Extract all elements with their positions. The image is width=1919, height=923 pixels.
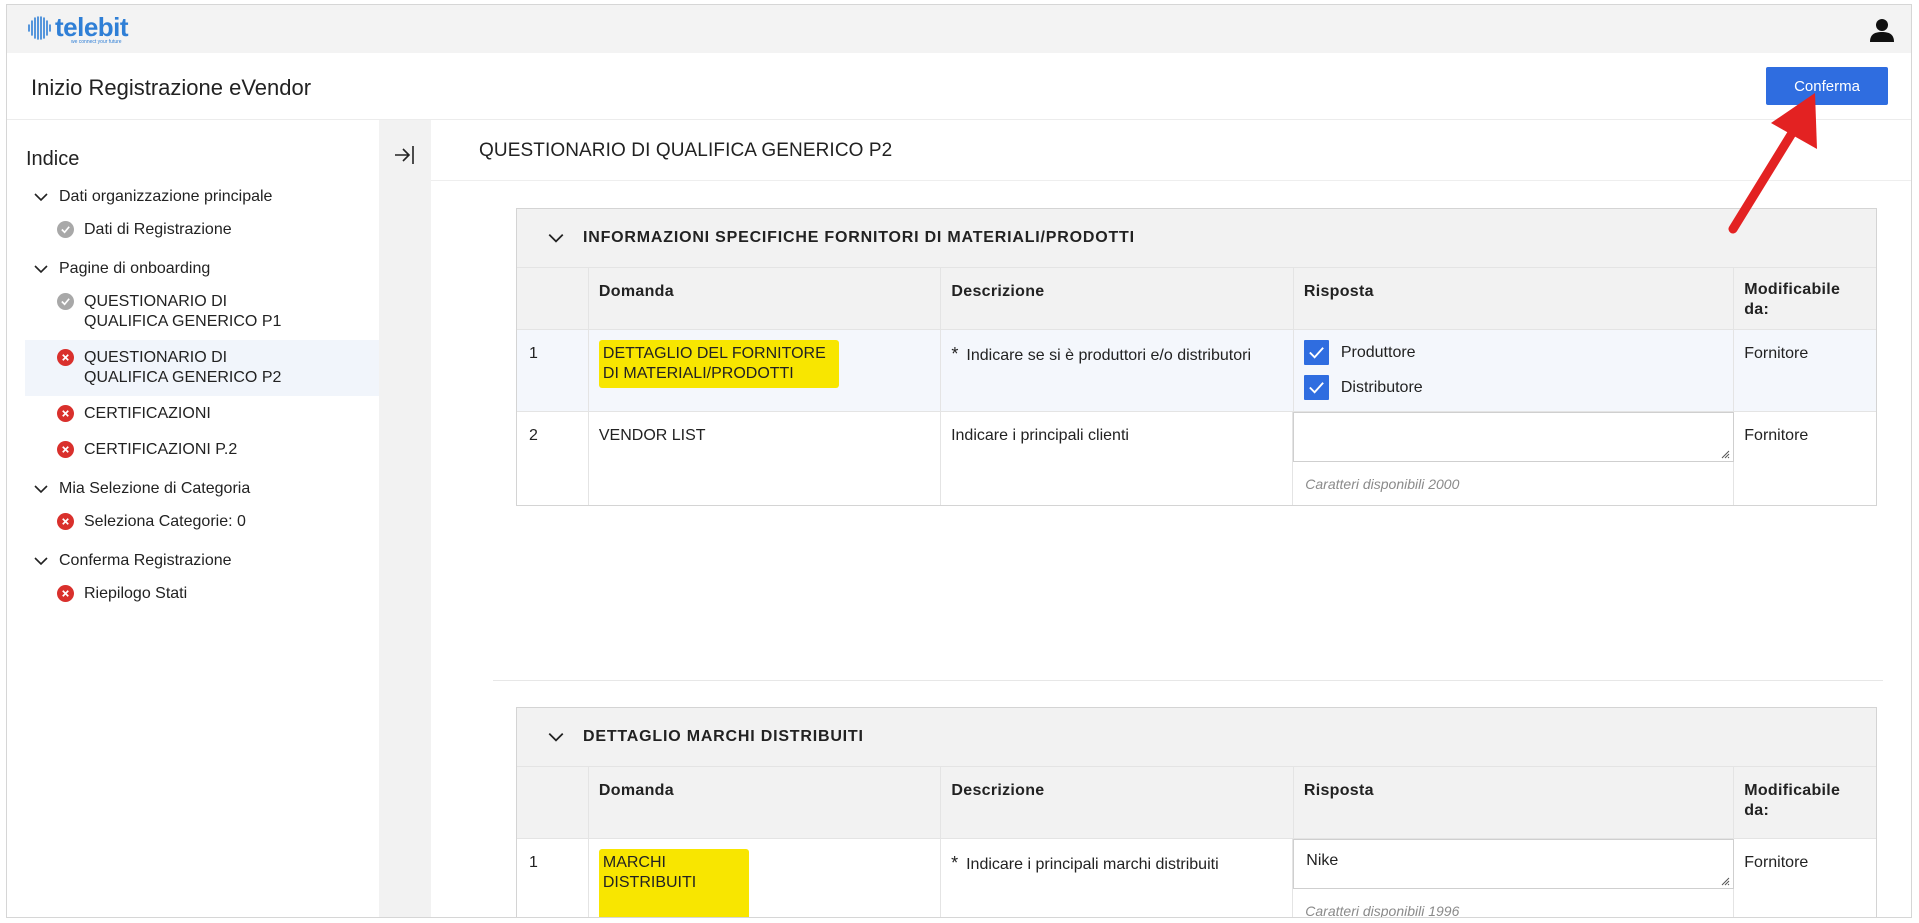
sidebar-item-questionario-p1[interactable]: QUESTIONARIO DI QUALIFICA GENERICO P1 [25, 284, 379, 340]
col-domanda: Domanda [589, 767, 942, 838]
sidebar-item-certificazioni-p2[interactable]: CERTIFICAZIONI P.2 [25, 432, 379, 468]
group-pagine-onboarding[interactable]: Pagine di onboarding [25, 254, 379, 284]
chevron-down-icon [34, 557, 48, 566]
user-icon[interactable] [1869, 17, 1895, 43]
sidebar-item-seleziona-categorie[interactable]: Seleziona Categorie: 0 [25, 504, 379, 540]
card-header-marchi[interactable]: DETTAGLIO MARCHI DISTRIBUITI [517, 708, 1876, 766]
resize-grip-icon[interactable] [1720, 876, 1730, 886]
col-risposta: Risposta [1294, 268, 1735, 329]
sidebar-item-dati-registrazione[interactable]: Dati di Registrazione [25, 212, 379, 248]
chevron-down-icon [548, 233, 564, 243]
error-status-icon [57, 441, 74, 458]
group-selezione-categoria[interactable]: Mia Selezione di Categoria [25, 474, 379, 504]
group-dati-organizzazione[interactable]: Dati organizzazione principale [25, 182, 379, 212]
card-header-informazioni[interactable]: INFORMAZIONI SPECIFICHE FORNITORI DI MAT… [517, 209, 1876, 267]
table-row: 2 VENDOR LIST Indicare i principali clie… [517, 411, 1876, 505]
index-title: Indice [26, 148, 80, 170]
col-modificabile: Modificabile da: [1744, 782, 1841, 819]
col-risposta: Risposta [1294, 767, 1735, 838]
sidebar-item-riepilogo-stati[interactable]: Riepilogo Stati [25, 576, 379, 612]
vendor-list-textarea[interactable] [1293, 412, 1735, 462]
sidebar-item-questionario-p2[interactable]: QUESTIONARIO DI QUALIFICA GENERICO P2 [25, 340, 379, 396]
sidebar-gutter [379, 120, 431, 917]
col-modificabile: Modificabile da: [1744, 281, 1841, 318]
col-descrizione: Descrizione [941, 268, 1294, 329]
page-title: Inizio Registrazione eVendor [31, 75, 312, 100]
divider [493, 680, 1883, 681]
checkbox-checked-icon [1303, 375, 1329, 400]
error-status-icon [57, 513, 74, 530]
confirm-button[interactable]: Conferma [1766, 67, 1888, 105]
section-title: QUESTIONARIO DI QUALIFICA GENERICO P2 [479, 140, 893, 161]
card-dettaglio-marchi: DETTAGLIO MARCHI DISTRIBUITI Domanda Des… [516, 707, 1877, 918]
app-window: telebit we connect your future Inizio Re… [6, 4, 1912, 918]
resize-grip-icon[interactable] [1720, 449, 1730, 459]
top-bar: telebit we connect your future [7, 5, 1911, 53]
checkbox-checked-icon [1303, 340, 1329, 365]
chevron-down-icon [34, 265, 48, 274]
error-status-icon [57, 349, 74, 366]
logo-tagline: we connect your future [71, 39, 122, 45]
table-header-row: Domanda Descrizione Risposta Modificabil… [517, 766, 1876, 838]
page-header: Inizio Registrazione eVendor Conferma [7, 53, 1911, 120]
error-status-icon [57, 585, 74, 602]
table-row: 1 DETTAGLIO DEL FORNITORE DI MATERIALI/P… [517, 329, 1876, 411]
col-num [517, 268, 589, 329]
table-row: 1 MARCHI DISTRIBUITI * Indicare i princip… [517, 838, 1876, 918]
sidebar-index: Indice Dati organizzazione principale Da… [7, 120, 379, 917]
required-marker: * [951, 344, 959, 364]
checkbox-produttore[interactable]: Produttore [1303, 340, 1723, 365]
telebit-logo[interactable]: telebit we connect your future [26, 12, 129, 45]
group-conferma-registrazione[interactable]: Conferma Registrazione [25, 546, 379, 576]
chars-available: Caratteri disponibili 2000 [1305, 476, 1460, 492]
marchi-textarea[interactable] [1293, 839, 1735, 889]
chevron-down-icon [548, 732, 564, 742]
chevron-down-icon [34, 193, 48, 202]
main-content: QUESTIONARIO DI QUALIFICA GENERICO P2 IN… [431, 120, 1911, 918]
col-num [517, 767, 589, 838]
col-descrizione: Descrizione [941, 767, 1294, 838]
highlighted-question: DETTAGLIO DEL FORNITORE DI MATERIALI/PRO… [598, 340, 839, 388]
index-nav: Dati organizzazione principale Dati di R… [25, 182, 379, 612]
highlighted-question: MARCHI DISTRIBUITI [598, 849, 749, 917]
logo-wordmark: telebit [55, 12, 129, 42]
check-status-icon [57, 293, 74, 310]
logo-mark-icon [28, 16, 51, 40]
sidebar-item-certificazioni[interactable]: CERTIFICAZIONI [25, 396, 379, 432]
col-domanda: Domanda [589, 268, 942, 329]
checkbox-distributore[interactable]: Distributore [1303, 375, 1723, 400]
chars-available: Caratteri disponibili 1996 [1305, 903, 1460, 918]
card-informazioni-fornitori: INFORMAZIONI SPECIFICHE FORNITORI DI MAT… [516, 208, 1877, 506]
error-status-icon [57, 405, 74, 422]
table-header-row: Domanda Descrizione Risposta Modificabil… [517, 267, 1876, 329]
collapse-sidebar-icon[interactable] [392, 142, 418, 168]
chevron-down-icon [34, 485, 48, 494]
divider [431, 180, 1911, 181]
required-marker: * [951, 853, 959, 873]
check-status-icon [57, 221, 74, 238]
